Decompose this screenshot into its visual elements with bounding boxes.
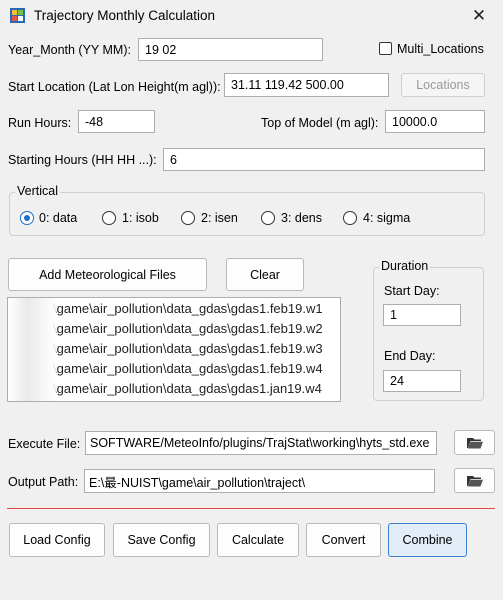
vertical-radio-isob[interactable] <box>102 211 116 225</box>
end-day-input[interactable]: 24 <box>383 370 461 392</box>
combine-button[interactable]: Combine <box>388 523 467 557</box>
multi-locations-label: Multi_Locations <box>397 42 484 56</box>
add-met-files-button[interactable]: Add Meteorological Files <box>8 258 207 291</box>
vertical-radio-data[interactable] <box>20 211 34 225</box>
calculate-button[interactable]: Calculate <box>217 523 299 557</box>
window-title: Trajectory Monthly Calculation <box>34 8 216 23</box>
convert-button[interactable]: Convert <box>306 523 381 557</box>
vertical-group <box>9 192 485 236</box>
vertical-label-dens: 3: dens <box>281 211 323 225</box>
folder-open-icon <box>466 475 483 486</box>
execute-browse-button[interactable] <box>454 430 495 455</box>
start-day-input[interactable]: 1 <box>383 304 461 326</box>
year-month-input[interactable]: 19 02 <box>138 38 323 61</box>
vertical-label-isob: 1: isob <box>122 211 159 225</box>
run-hours-input[interactable]: -48 <box>78 110 155 133</box>
start-location-input[interactable]: 31.11 119.42 500.00 <box>224 73 389 97</box>
duration-legend: Duration <box>379 259 431 273</box>
run-hours-label: Run Hours: <box>8 116 72 130</box>
vertical-label-isen: 2: isen <box>201 211 238 225</box>
top-model-label: Top of Model (m agl): <box>261 116 379 130</box>
starting-hours-input[interactable]: 6 <box>163 148 485 171</box>
folder-open-icon <box>466 437 483 448</box>
vertical-radio-sigma[interactable] <box>343 211 357 225</box>
met-files-list[interactable]: \game\air_pollution\data_gdas\gdas1.feb1… <box>7 297 341 402</box>
save-config-button[interactable]: Save Config <box>113 523 210 557</box>
vertical-legend: Vertical <box>15 184 60 198</box>
close-icon[interactable]: ✕ <box>466 4 492 28</box>
locations-button[interactable]: Locations <box>401 73 485 97</box>
vertical-label-data: 0: data <box>39 211 78 225</box>
execute-file-input[interactable]: SOFTWARE/MeteoInfo/plugins/TrajStat\work… <box>85 431 437 455</box>
app-icon <box>9 7 26 24</box>
top-model-input[interactable]: 10000.0 <box>385 110 485 133</box>
output-path-input[interactable]: E:\最-NUIST\game\air_pollution\traject\ <box>84 469 435 493</box>
clear-button[interactable]: Clear <box>226 258 304 291</box>
output-browse-button[interactable] <box>454 468 495 493</box>
year-month-label: Year_Month (YY MM): <box>8 43 131 57</box>
vertical-radio-dens[interactable] <box>261 211 275 225</box>
multi-locations-checkbox[interactable] <box>379 42 392 55</box>
execute-file-label: Execute File: <box>8 437 81 451</box>
start-location-label: Start Location (Lat Lon Height(m agl)): <box>8 80 221 94</box>
vertical-label-sigma: 4: sigma <box>363 211 411 225</box>
starting-hours-label: Starting Hours (HH HH ...): <box>8 153 157 167</box>
redacted-prefix <box>8 298 56 401</box>
load-config-button[interactable]: Load Config <box>9 523 105 557</box>
vertical-radio-isen[interactable] <box>181 211 195 225</box>
output-path-label: Output Path: <box>8 475 79 489</box>
separator-line <box>7 508 495 509</box>
start-day-label: Start Day: <box>384 284 440 298</box>
end-day-label: End Day: <box>384 349 436 363</box>
